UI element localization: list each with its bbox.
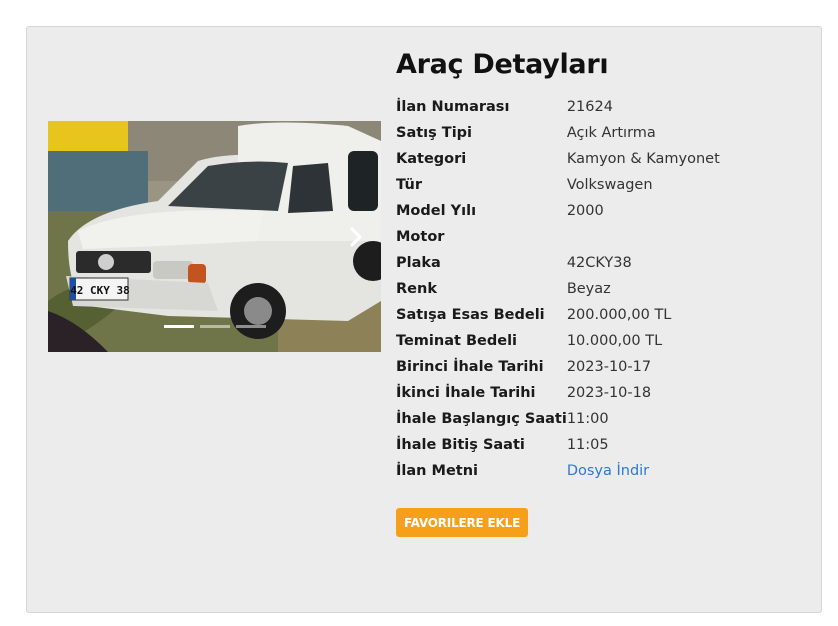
- vehicle-photo: 42 CKY 38: [48, 121, 381, 352]
- spec-row: Renk Beyaz: [396, 276, 720, 302]
- spec-value: 11:05: [566, 437, 609, 453]
- spec-label: Motor: [396, 229, 445, 245]
- spec-row: Tür Volkswagen: [396, 172, 720, 198]
- carousel-indicator[interactable]: [163, 325, 194, 328]
- spec-label: Satışa Esas Bedeli: [396, 307, 545, 323]
- spec-label: Satış Tipi: [396, 125, 473, 141]
- spec-value: 42CKY38: [566, 255, 632, 271]
- page-title: Araç Detayları: [396, 49, 609, 80]
- spec-label: İhale Bitiş Saati: [396, 437, 525, 453]
- spec-row: Motor: [396, 224, 720, 250]
- spec-row: İhale Başlangıç Saati 11:00: [396, 406, 720, 432]
- spec-value: Açık Artırma: [566, 125, 656, 141]
- license-plate-text: 42 CKY 38: [70, 284, 130, 297]
- spec-value: Kamyon & Kamyonet: [566, 151, 720, 167]
- spec-row: Plaka 42CKY38: [396, 250, 720, 276]
- spec-table: İlan Numarası 21624 Satış Tipi Açık Artırma…: [396, 94, 720, 484]
- spec-row: Kategori Kamyon & Kamyonet: [396, 146, 720, 172]
- spec-value: 21624: [566, 99, 613, 115]
- spec-row: İhale Bitiş Saati 11:05: [396, 432, 720, 458]
- spec-row: Satışa Esas Bedeli 200.000,00 TL: [396, 302, 720, 328]
- carousel-indicator[interactable]: [235, 325, 266, 328]
- spec-row: Satış Tipi Açık Artırma: [396, 120, 720, 146]
- chevron-right-icon: [350, 227, 362, 246]
- spec-label: Teminat Bedeli: [396, 333, 518, 349]
- spec-row: Teminat Bedeli 10.000,00 TL: [396, 328, 720, 354]
- vehicle-image-carousel[interactable]: 42 CKY 38: [48, 121, 381, 352]
- spec-row: İkinci İhale Tarihi 2023-10-18: [396, 380, 720, 406]
- spec-value: 2023-10-18: [566, 385, 652, 401]
- spec-row: İlan Numarası 21624: [396, 94, 720, 120]
- add-to-favorites-button[interactable]: FAVORILERE EKLE: [396, 508, 529, 537]
- spec-label: İkinci İhale Tarihi: [396, 385, 536, 401]
- spec-value: Dosya İndir: [567, 458, 720, 484]
- carousel-indicators: [48, 325, 381, 328]
- spec-label: Birinci İhale Tarihi: [396, 359, 544, 375]
- spec-label: Kategori: [396, 151, 467, 167]
- spec-value: 200.000,00 TL: [566, 307, 672, 323]
- carousel-next-button[interactable]: [345, 222, 367, 252]
- download-file-link[interactable]: Dosya İndir: [567, 463, 649, 479]
- spec-value: Beyaz: [566, 281, 611, 297]
- spec-label: Plaka: [396, 255, 441, 271]
- spec-label: Tür: [396, 177, 422, 193]
- spec-row: İlan Metni Dosya İndir: [396, 458, 720, 484]
- carousel-indicator[interactable]: [199, 325, 230, 328]
- spec-row: Model Yılı 2000: [396, 198, 720, 224]
- spec-label: Model Yılı: [396, 203, 477, 219]
- spec-value: 2000: [566, 203, 604, 219]
- spec-label: İhale Başlangıç Saati: [396, 411, 567, 427]
- spec-row: Birinci İhale Tarihi 2023-10-17: [396, 354, 720, 380]
- spec-value: 10.000,00 TL: [566, 333, 663, 349]
- spec-value: [567, 224, 720, 250]
- spec-value: Volkswagen: [566, 177, 653, 193]
- vehicle-details: Araç Detayları İlan Numarası 21624 Satış T…: [396, 48, 786, 484]
- spec-label: İlan Metni: [396, 463, 479, 479]
- spec-label: Renk: [396, 281, 437, 297]
- spec-value: 2023-10-17: [566, 359, 652, 375]
- spec-label: İlan Numarası: [396, 99, 510, 115]
- spec-value: 11:00: [566, 411, 609, 427]
